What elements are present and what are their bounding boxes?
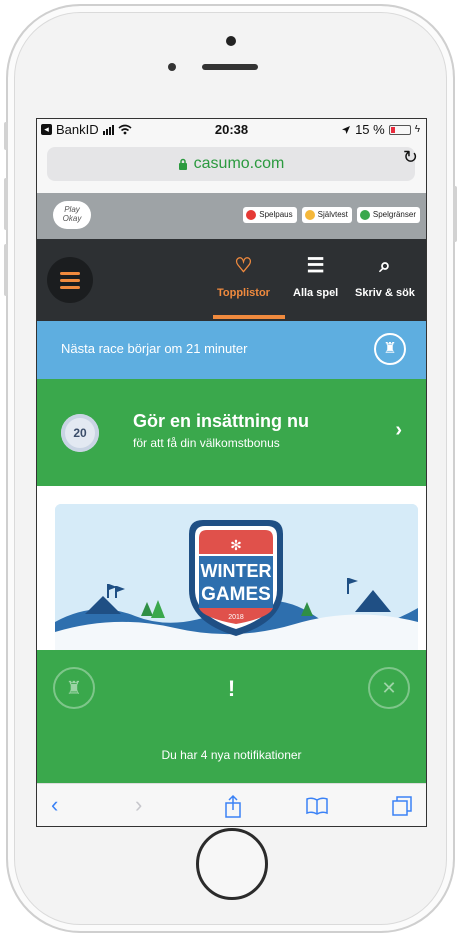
tab-skriv-sok[interactable]: ⌕ Skriv & sök [355,253,415,299]
main-navigation: ♡ Topplistor ☰ Alla spel ⌕ Skriv & sök [37,239,426,321]
front-camera [226,36,236,46]
race-banner[interactable]: Nästa race börjar om 21 minuter ♜ [37,321,426,379]
volume-up-button [4,178,8,230]
home-button[interactable] [196,828,268,900]
back-icon[interactable]: ‹ [51,792,58,818]
tab-alla-spel[interactable]: ☰ Alla spel [293,253,338,299]
winter-games-banner[interactable]: ✻ WINTER GAMES 2018 [55,504,418,650]
menu-button[interactable] [47,257,93,303]
heart-icon: ♡ [234,255,253,277]
race-text: Nästa race börjar om 21 minuter [61,341,248,356]
tabs-icon[interactable] [391,795,413,817]
tab-topplistor[interactable]: ♡ Topplistor [217,253,270,299]
notification-text: Du har 4 nya notifikationer [161,748,302,762]
active-tab-indicator [213,315,285,319]
share-icon[interactable] [224,794,242,818]
banner-line1: WINTER [201,561,272,581]
address-field[interactable]: casumo.com [47,147,415,181]
reload-icon[interactable]: ↻ [403,147,418,168]
url-bar: casumo.com ↻ [37,141,426,193]
chevron-right-icon: › [395,419,402,441]
coin-icon: 20 [61,414,99,452]
spelpaus-button[interactable]: Spelpaus [243,207,297,223]
trophy-icon[interactable]: ♜ [374,333,406,365]
location-arrow-icon [342,125,351,134]
search-icon: ⌕ [379,255,391,277]
bookmarks-icon[interactable] [305,797,329,815]
pause-icon [246,210,257,220]
charging-icon: ϟ [414,124,420,135]
battery-percent: 15 % [355,122,385,137]
notification-panel[interactable]: ♜ ! ✕ Du har 4 nya notifikationer [37,650,426,783]
limits-icon [359,210,370,220]
forward-icon[interactable]: › [135,792,142,818]
playokay-logo[interactable]: Play Okay [53,201,91,229]
power-button [453,186,457,242]
mute-switch [4,122,8,150]
gauge-icon [304,210,315,220]
deposit-subtitle: för att få din välkomstbonus [133,436,280,450]
close-icon[interactable]: ✕ [368,667,410,709]
status-bar: ◂ BankID 20:38 15 % ϟ [37,119,426,141]
svg-text:✻: ✻ [230,537,242,553]
url-text: casumo.com [193,155,285,172]
banner-line2: GAMES [201,584,271,605]
lock-icon [178,158,187,170]
proximity-sensor [168,63,176,71]
promo-section: ✻ WINTER GAMES 2018 [37,486,426,650]
earpiece-speaker [202,64,258,70]
responsible-gaming-bar: Play Okay Spelpaus Självtest Spelgränser [37,193,426,239]
battery-icon [388,124,411,135]
list-icon: ☰ [306,255,325,277]
phone-screen: ◂ BankID 20:38 15 % ϟ casumo.com ↻ Play … [36,118,427,827]
spelgranser-button[interactable]: Spelgränser [356,207,420,223]
volume-down-button [4,244,8,296]
banner-year: 2018 [228,614,244,621]
winter-games-illustration: ✻ WINTER GAMES 2018 [55,504,418,650]
safari-toolbar: ‹ › [37,783,426,826]
deposit-title: Gör en insättning nu [133,411,309,431]
sjalvtest-button[interactable]: Självtest [301,207,352,223]
deposit-cta[interactable]: 20 Gör en insättning nu för att få din v… [37,379,426,486]
